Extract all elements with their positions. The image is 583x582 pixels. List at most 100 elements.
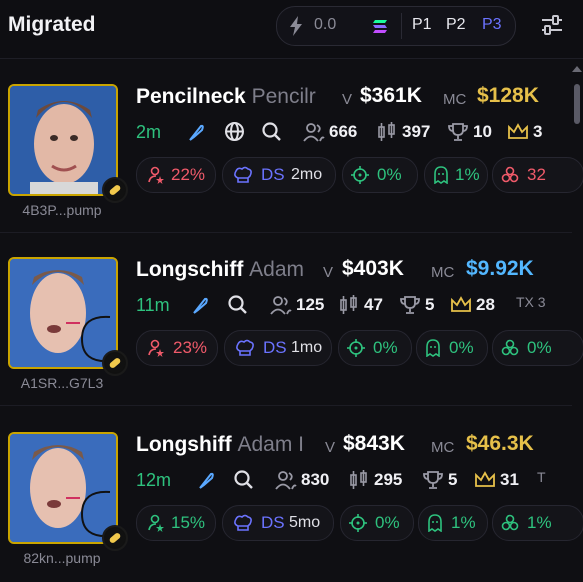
ds-label: DS xyxy=(261,165,285,184)
globe-icon[interactable] xyxy=(224,121,245,142)
token-name[interactable]: Pencilneck Pencilr xyxy=(136,85,316,109)
divider xyxy=(401,13,402,39)
dev-sold-chip[interactable]: DS 5mo xyxy=(222,505,334,541)
ghost-icon xyxy=(434,166,448,184)
preset-p3[interactable]: P3 xyxy=(482,16,502,34)
bundle-chip[interactable]: 0% xyxy=(492,330,583,366)
holders-count: 125 xyxy=(296,295,325,314)
chef-hat-icon xyxy=(236,339,254,356)
bundle-value: 1% xyxy=(527,513,552,532)
snipers-value: 0% xyxy=(373,338,398,357)
insiders-chip[interactable]: 1% xyxy=(424,157,488,193)
volume-label: V xyxy=(325,439,336,456)
candles-icon xyxy=(378,122,395,141)
top10-value: 23% xyxy=(173,338,208,357)
pill-icon xyxy=(102,350,128,376)
solana-icon xyxy=(373,20,387,33)
dev-sold-chip[interactable]: DS 1mo xyxy=(224,330,332,366)
top10-value: 15% xyxy=(171,513,206,532)
snipers-chip[interactable]: 0% xyxy=(340,505,414,541)
snipers-chip[interactable]: 0% xyxy=(338,330,412,366)
trophy-icon xyxy=(423,471,443,489)
bundle-chip[interactable]: 1% xyxy=(492,505,583,541)
preset-p1[interactable]: P1 xyxy=(412,16,432,34)
trophy-count: 10 xyxy=(473,122,492,141)
crown-count: 31 xyxy=(500,470,519,489)
token-row[interactable]: A1SR...G7L3 Longschiff Adam V $403K MC $… xyxy=(0,233,583,406)
tx-label: T xyxy=(537,469,546,485)
ghost-icon xyxy=(426,339,440,357)
bundle-chip[interactable]: 32 xyxy=(492,157,583,193)
bundle-icon xyxy=(501,514,519,531)
token-name[interactable]: Longschiff Adam xyxy=(136,258,304,282)
feather-icon[interactable] xyxy=(196,470,216,490)
scrollbar-thumb[interactable] xyxy=(574,84,580,124)
token-avatar[interactable] xyxy=(8,432,118,544)
search-icon[interactable] xyxy=(261,121,282,142)
chef-hat-icon xyxy=(234,166,252,183)
token-name[interactable]: Longshiff Adam I xyxy=(136,433,304,457)
sliders-settings-icon[interactable] xyxy=(540,14,564,36)
bundle-icon xyxy=(501,339,519,356)
header: Migrated 0.0 P1 P2 P3 xyxy=(0,0,583,59)
feather-icon[interactable] xyxy=(186,122,206,142)
dev-sold-chip[interactable]: DS 2mo xyxy=(222,157,336,193)
pill-icon xyxy=(102,177,128,203)
top10-chip[interactable]: 23% xyxy=(136,330,218,366)
ds-age: 5mo xyxy=(289,514,321,531)
tx-label: TX 3 xyxy=(516,294,546,310)
mc-label: MC xyxy=(431,439,455,456)
candles-count: 397 xyxy=(402,122,431,141)
token-row[interactable]: 82kn...pump Longshiff Adam I V $843K MC … xyxy=(0,408,583,582)
token-address[interactable]: 82kn...pump xyxy=(0,550,124,566)
face-image xyxy=(10,434,116,542)
crown-icon xyxy=(451,296,471,312)
trophy-count: 5 xyxy=(425,295,435,314)
ds-age: 1mo xyxy=(291,339,323,356)
snipers-chip[interactable]: 0% xyxy=(342,157,418,193)
top10-chip[interactable]: 15% xyxy=(136,505,216,541)
token-avatar[interactable] xyxy=(8,84,118,196)
holders-icon xyxy=(303,123,325,142)
face-image xyxy=(10,86,116,194)
token-age: 11m xyxy=(136,295,170,315)
insiders-chip[interactable]: 0% xyxy=(416,330,488,366)
quick-buy-bar[interactable]: 0.0 P1 P2 P3 xyxy=(276,6,516,46)
chef-hat-icon xyxy=(234,514,252,531)
search-icon[interactable] xyxy=(227,294,248,315)
crosshair-icon xyxy=(349,514,367,532)
preset-p2[interactable]: P2 xyxy=(446,16,466,34)
face-image xyxy=(10,259,116,367)
token-avatar[interactable] xyxy=(8,257,118,369)
ds-label: DS xyxy=(261,513,285,532)
holders-count: 830 xyxy=(301,470,330,489)
insiders-value: 1% xyxy=(451,513,476,532)
quick-buy-amount[interactable]: 0.0 xyxy=(314,16,336,34)
user-star-icon xyxy=(148,166,164,184)
snipers-value: 0% xyxy=(375,513,400,532)
bundle-value: 32 xyxy=(527,165,546,184)
token-fullname: Pencilr xyxy=(251,85,316,108)
crosshair-icon xyxy=(347,339,365,357)
search-icon[interactable] xyxy=(233,469,254,490)
token-symbol: Longschiff xyxy=(136,258,244,281)
trophy-icon xyxy=(400,296,420,314)
token-row[interactable]: 4B3P...pump Pencilneck Pencilr V $361K M… xyxy=(0,60,583,233)
ghost-icon xyxy=(428,514,442,532)
volume-label: V xyxy=(342,91,353,108)
token-address[interactable]: 4B3P...pump xyxy=(0,202,124,218)
holders-count: 666 xyxy=(329,122,358,141)
top10-chip[interactable]: 22% xyxy=(136,157,216,193)
top10-value: 22% xyxy=(171,165,206,184)
crown-icon xyxy=(475,471,495,487)
market-cap-value: $128K xyxy=(477,84,539,107)
candles-icon xyxy=(350,470,367,489)
token-address[interactable]: A1SR...G7L3 xyxy=(0,375,124,391)
insiders-chip[interactable]: 1% xyxy=(418,505,488,541)
crown-icon xyxy=(508,123,528,139)
feather-icon[interactable] xyxy=(190,295,210,315)
crown-count: 3 xyxy=(533,122,543,141)
bundle-icon xyxy=(501,166,519,183)
scroll-up-arrow[interactable] xyxy=(572,66,582,72)
trophy-count: 5 xyxy=(448,470,458,489)
